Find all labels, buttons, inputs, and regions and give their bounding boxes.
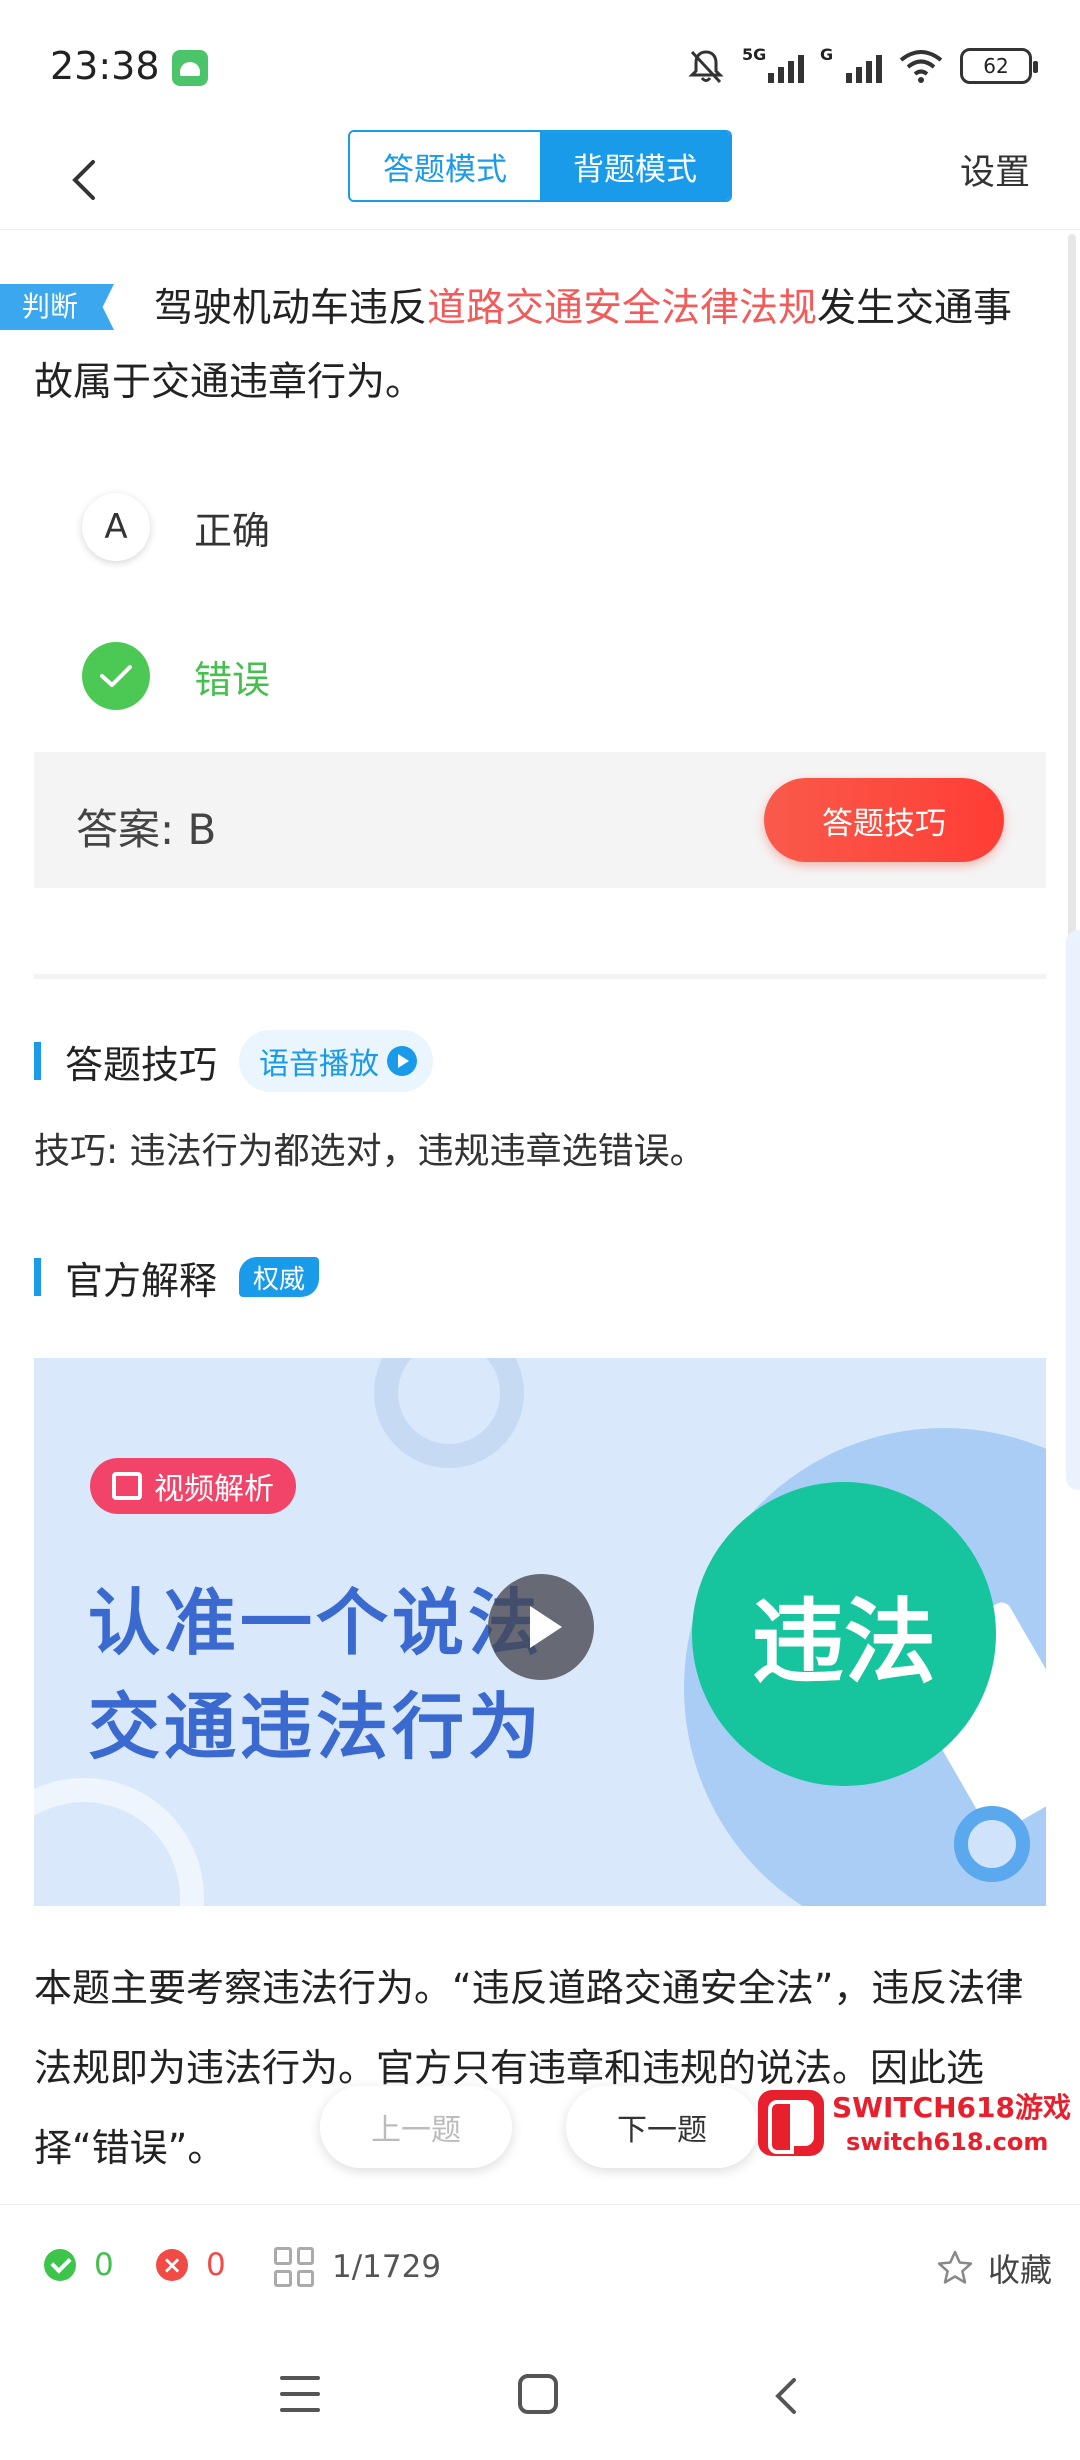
section-accent-bar (34, 1258, 41, 1296)
option-b[interactable]: 错误 (82, 640, 782, 712)
section-accent-bar (34, 1042, 41, 1080)
watermark: SWITCH618游戏 switch618.com (758, 2086, 1071, 2160)
side-panel-edge[interactable] (1066, 930, 1080, 1490)
grid-icon (274, 2247, 314, 2287)
video-tag-label: 视频解析 (154, 1472, 274, 1507)
decor-ring (34, 1778, 204, 1906)
next-question-button[interactable]: 下一题 (566, 2086, 758, 2168)
tips-section-title: 答题技巧 语音播放 (34, 1030, 434, 1092)
wrong-count-value: 0 (206, 2247, 226, 2283)
tab-memorize-mode[interactable]: 背题模式 (540, 132, 730, 200)
signal-icon: G (820, 45, 882, 83)
question-text: 驾驶机动车违反道路交通安全法律法规发生交通事故属于交通违章行为。 (34, 272, 1044, 420)
nav-bar: 答题模式 背题模式 设置 (0, 130, 1080, 230)
watermark-title: SWITCH618游戏 (832, 2091, 1071, 2124)
status-icons: 5G G 62 (686, 44, 1038, 88)
battery-level: 62 (983, 54, 1009, 78)
video-circle-text: 违法 (692, 1482, 996, 1786)
favorite-button[interactable]: 收藏 (936, 2245, 1052, 2291)
play-button-icon[interactable] (488, 1574, 594, 1680)
home-icon[interactable] (518, 2374, 558, 2414)
tip-text: 技巧: 违法行为都选对，违规违章选错误。 (34, 1131, 706, 1172)
mode-switch: 答题模式 背题模式 (348, 130, 732, 202)
tv-icon (112, 1472, 142, 1500)
correct-count-value: 0 (94, 2247, 114, 2283)
prev-question-button[interactable]: 上一题 (320, 2086, 512, 2168)
check-icon (82, 642, 150, 710)
play-circle-icon (387, 1046, 418, 1076)
bell-muted-icon (688, 50, 724, 84)
favorite-label: 收藏 (987, 2251, 1052, 2289)
switch-logo-icon (758, 2090, 824, 2156)
status-bar: 23:38 5G G 62 (0, 0, 1080, 130)
voice-play-label: 语音播放 (259, 1047, 380, 1082)
voice-play-button[interactable]: 语音播放 (239, 1030, 434, 1092)
bottom-toolbar: 0 × 0 1/1729 收藏 (0, 2204, 1080, 2332)
tab-answer-mode[interactable]: 答题模式 (350, 132, 540, 200)
system-navigation-bar (0, 2332, 1080, 2460)
menu-icon[interactable] (280, 2376, 320, 2412)
tips-title: 答题技巧 (65, 1042, 218, 1087)
question-index-button[interactable]: 1/1729 (274, 2247, 441, 2287)
signal-icon: 5G (742, 45, 804, 83)
battery-icon: 62 (960, 48, 1038, 84)
check-circle-icon (44, 2249, 76, 2281)
official-section-title: 官方解释 权威 (34, 1250, 320, 1304)
signal-tag: 5G (742, 45, 767, 64)
option-a[interactable]: A 正确 (82, 491, 782, 563)
settings-button[interactable]: 设置 (960, 144, 1030, 195)
status-time: 23:38 (50, 44, 160, 88)
chevron-left-icon (72, 160, 95, 200)
video-player[interactable]: 视频解析 认准一个说法 交通违法行为 违法 (34, 1358, 1046, 1906)
android-app-icon (172, 50, 208, 86)
correct-count: 0 (44, 2247, 114, 2283)
x-circle-icon: × (156, 2249, 188, 2281)
wrong-count: × 0 (156, 2247, 226, 2283)
wifi-icon (899, 50, 943, 83)
authority-badge: 权威 (239, 1257, 320, 1297)
answer-box: 答案: B 答题技巧 (34, 752, 1046, 888)
back-icon[interactable] (766, 2376, 806, 2416)
decor-ring (374, 1358, 524, 1468)
question-text-part: 驾驶机动车违反 (154, 286, 428, 331)
answer-text: 答案: B (76, 805, 217, 854)
option-b-label: 错误 (194, 657, 271, 702)
divider (34, 974, 1046, 979)
question-highlight: 道路交通安全法律法规 (427, 286, 818, 331)
option-a-badge: A (82, 493, 150, 561)
back-button[interactable] (56, 152, 112, 208)
decor-dot (954, 1806, 1030, 1882)
option-a-label: 正确 (194, 508, 271, 553)
tips-button[interactable]: 答题技巧 (764, 778, 1004, 862)
question-progress: 1/1729 (332, 2249, 442, 2285)
official-title: 官方解释 (65, 1258, 218, 1303)
video-headline-1: 认准一个说法 (88, 1581, 545, 1665)
video-headline-2: 交通违法行为 (88, 1685, 545, 1769)
video-tag: 视频解析 (90, 1458, 296, 1514)
watermark-url: switch618.com (846, 2128, 1049, 2156)
signal-tag: G (820, 45, 834, 64)
star-icon (937, 2250, 973, 2284)
